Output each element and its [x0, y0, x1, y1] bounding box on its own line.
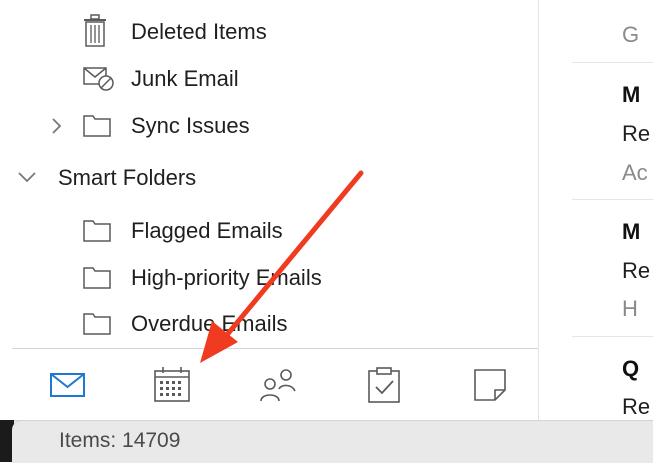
calendar-button[interactable]	[152, 365, 192, 405]
message-subject: Re	[622, 258, 651, 283]
folder-item-junk-email[interactable]: Junk Email	[0, 61, 530, 97]
module-switcher	[0, 349, 538, 420]
junk-icon	[82, 65, 116, 98]
chevron-right-icon[interactable]	[50, 117, 64, 140]
folder-icon	[82, 264, 112, 295]
message-list-header-text: G	[622, 22, 640, 47]
tasks-button[interactable]	[364, 365, 404, 405]
message-divider	[572, 199, 653, 200]
message-subject: Re	[622, 121, 651, 146]
folder-label: Sync Issues	[131, 113, 250, 138]
message-preview: H	[622, 296, 638, 321]
message-sender: M	[622, 219, 641, 244]
message-list: G M Re Ac M Re H Q Re	[539, 0, 653, 420]
folder-label: High-priority Emails	[131, 265, 322, 290]
message-sender: M	[622, 82, 641, 107]
folder-icon	[82, 217, 112, 248]
folder-icon	[82, 310, 112, 341]
message-preview: Ac	[622, 160, 648, 185]
window-corner-mask	[12, 420, 24, 463]
notes-button[interactable]	[470, 365, 510, 405]
people-button[interactable]	[258, 365, 298, 405]
folder-label: Overdue Emails	[131, 311, 288, 336]
folder-label: Flagged Emails	[131, 218, 283, 243]
folder-icon	[82, 112, 112, 143]
smart-folder-item-flagged-emails[interactable]: Flagged Emails	[0, 213, 530, 249]
trash-icon	[82, 14, 108, 53]
chevron-down-icon[interactable]	[17, 170, 37, 189]
message-divider	[572, 62, 653, 63]
message-subject: Re	[622, 394, 651, 419]
calendar-icon	[152, 367, 192, 409]
tasks-icon	[364, 367, 404, 409]
smart-folders-label: Smart Folders	[58, 165, 197, 190]
folder-label: Deleted Items	[131, 19, 267, 44]
folder-label: Junk Email	[131, 66, 239, 91]
people-icon	[258, 369, 298, 409]
item-count: Items: 14709	[59, 429, 181, 452]
status-bar: Items: 14709	[12, 420, 653, 463]
message-sender: Q	[622, 356, 640, 381]
folder-item-sync-issues[interactable]: Sync Issues	[0, 108, 530, 144]
notes-icon	[470, 369, 510, 409]
smart-folder-item-high-priority-emails[interactable]: High-priority Emails	[0, 260, 530, 296]
smart-folders-header[interactable]: Smart Folders	[0, 160, 530, 196]
folder-sidebar: Deleted Items Junk Email Sync Issues Sma…	[0, 0, 538, 348]
mail-button[interactable]	[48, 365, 88, 405]
mail-icon	[48, 373, 88, 409]
smart-folder-item-overdue-emails[interactable]: Overdue Emails	[0, 306, 530, 342]
message-divider	[572, 336, 653, 337]
folder-item-deleted-items[interactable]: Deleted Items	[0, 14, 530, 50]
